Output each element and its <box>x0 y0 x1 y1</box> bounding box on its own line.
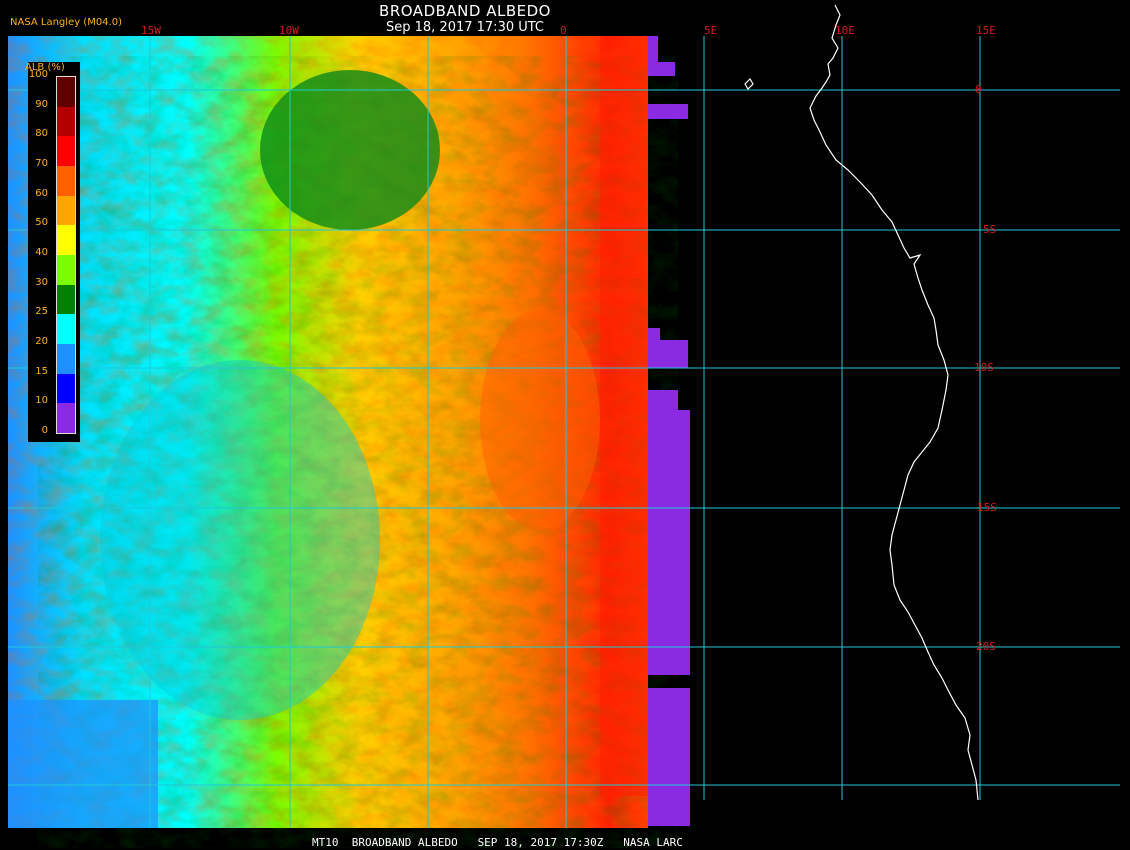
legend-swatch <box>57 255 75 285</box>
legend-tick-label: 15 <box>35 365 48 377</box>
legend-tick-label: 100 <box>28 69 48 80</box>
lon-label-10w: 10W <box>279 24 299 37</box>
legend-tick-label: 70 <box>35 158 48 169</box>
legend-tick-label: 25 <box>35 306 48 318</box>
legend-swatch <box>57 314 75 344</box>
legend-swatch <box>57 344 75 374</box>
legend-swatch <box>57 373 75 404</box>
legend-tick-label: 10 <box>35 395 48 407</box>
satellite-image <box>8 36 678 848</box>
legend-tick-label: 50 <box>35 217 48 229</box>
lon-label-10e: 10E <box>835 24 855 37</box>
legend-swatch <box>57 403 75 433</box>
legend-colorbar <box>56 76 76 434</box>
lon-label-0: 0 <box>560 24 567 37</box>
lon-label-15e: 15E <box>976 24 996 37</box>
footer-caption: MT10 BROADBAND ALBEDO SEP 18, 2017 17:30… <box>312 836 683 849</box>
legend-swatch <box>57 225 75 255</box>
lon-label-15w: 15W <box>141 24 161 37</box>
lat-label-20s: 20S <box>976 640 996 653</box>
legend-tick-label: 30 <box>35 276 48 288</box>
legend-tick-label: 0 <box>41 425 48 436</box>
legend-tick-label: 40 <box>35 247 48 258</box>
legend-swatch <box>57 166 75 196</box>
legend-tick-label: 90 <box>35 98 48 110</box>
legend-tick-label: 20 <box>35 336 48 347</box>
legend-swatch <box>57 195 75 226</box>
lon-label-5e: 5E <box>704 24 718 37</box>
legend-tick-label: 60 <box>35 187 48 199</box>
producer-credit: NASA Langley (M04.0) <box>10 17 122 28</box>
albedo-map <box>8 4 1120 848</box>
legend-swatch <box>57 77 75 107</box>
legend-swatch <box>57 136 75 166</box>
legend-tick-label: 80 <box>35 128 48 140</box>
lat-label-5s: 5S <box>983 223 997 236</box>
lat-label-0: 0 <box>975 83 982 96</box>
coastline <box>744 4 979 801</box>
map-title: BROADBAND ALBEDO <box>379 2 551 20</box>
lat-label-10s: 10S <box>974 361 994 374</box>
lat-label-15s: 15S <box>977 501 997 514</box>
legend-swatch <box>57 284 75 315</box>
legend-swatch <box>57 106 75 137</box>
map-timestamp: Sep 18, 2017 17:30 UTC <box>385 20 545 35</box>
